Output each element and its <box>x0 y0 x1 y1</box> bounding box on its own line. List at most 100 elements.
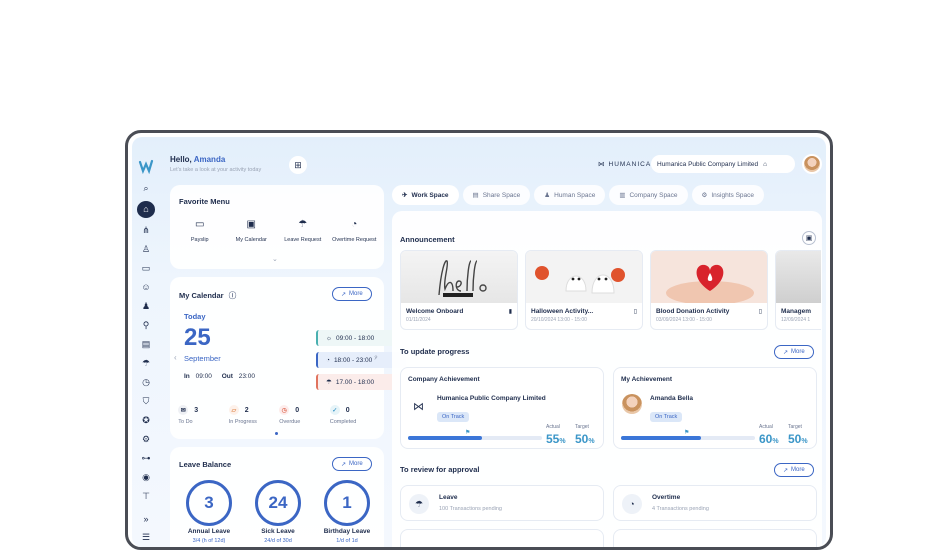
bookmark-icon[interactable]: ▯ <box>634 308 637 315</box>
approval-more-row <box>400 529 604 547</box>
people-icon: ♟ <box>544 192 551 199</box>
approval-leave[interactable]: ☂ Leave 100 Transactions pending <box>400 485 604 521</box>
announcement-view-icon[interactable]: ▣ <box>802 231 816 245</box>
announcement-date: 12/09/2024 1 <box>781 317 811 323</box>
actual-label: Actual <box>546 424 560 430</box>
overtime-icon: ◔ <box>326 356 330 364</box>
actual-label: Actual <box>759 424 773 430</box>
approval-more-button[interactable]: ↗ More <box>774 463 814 477</box>
stat-todo[interactable]: ✉ 3 To Do <box>178 405 224 425</box>
stat-count: 2 <box>244 406 249 414</box>
user-avatar[interactable] <box>802 154 822 174</box>
chevron-down-icon[interactable]: ⌄ <box>272 255 278 263</box>
settings-icon[interactable]: ⚙ <box>139 433 153 446</box>
org-icon[interactable]: ⋔ <box>139 224 153 237</box>
flag-icon: ⚑ <box>465 430 471 436</box>
greeting-subtitle: Let's take a look at your activity today <box>170 167 262 173</box>
tab-label: Insights Space <box>711 191 755 199</box>
company-selector[interactable]: Humanica Public Company Limited ⌂ <box>651 155 795 173</box>
birthday-leave-ring[interactable]: 1 <box>324 480 370 526</box>
stat-completed[interactable]: ✓ 0 Completed <box>329 405 376 425</box>
stat-overdue[interactable]: ◷ 0 Overdue <box>279 405 325 425</box>
tab-company-space[interactable]: ▥ Company Space <box>609 185 688 205</box>
info-icon[interactable]: ⓘ <box>229 291 237 300</box>
team-icon[interactable]: ♟ <box>139 300 153 313</box>
favorite-payslip[interactable]: ▭ Payslip <box>176 217 224 244</box>
approval-overtime[interactable]: ◔ Overtime 4 Transactions pending <box>613 485 817 521</box>
tab-share-space[interactable]: ▤ Share Space <box>462 185 531 205</box>
bookmark-icon[interactable]: ▮ <box>509 308 512 315</box>
approval-item-title: Leave <box>439 494 458 501</box>
badge-icon[interactable]: ✪ <box>139 414 153 427</box>
clock-icon[interactable]: ◷ <box>139 376 153 389</box>
greeting: Hello, Amanda Let's take a look at your … <box>170 155 261 173</box>
bookmark-icon[interactable]: ▯ <box>759 308 762 315</box>
annual-leave-ring[interactable]: 3 <box>186 480 232 526</box>
progress-bar <box>621 436 755 440</box>
inbox-icon[interactable]: ▭ <box>139 262 153 275</box>
announcement-card[interactable]: Blood Donation Activity 03/09/2024 13:00… <box>650 250 768 330</box>
tab-insights-space[interactable]: ⚙ Insights Space <box>691 185 765 205</box>
insights-icon: ⚙ <box>701 192 708 199</box>
user-icon[interactable]: ☺ <box>139 281 153 294</box>
greeting-text: Hello, <box>170 155 192 164</box>
announcement-card[interactable]: Managem 12/09/2024 1 <box>775 250 821 330</box>
people-icon[interactable]: ♙ <box>139 243 153 256</box>
sick-leave-ring[interactable]: 24 <box>255 480 301 526</box>
announcement-card[interactable]: Halloween Activity... 20/10/2024 13:00 -… <box>525 250 643 330</box>
prev-day-button[interactable]: ‹ <box>174 353 177 362</box>
search-icon[interactable]: ⌕ <box>139 182 153 195</box>
leave-balance-title: Leave Balance <box>179 460 232 469</box>
favorite-overtime-request[interactable]: ◔ Overtime Request <box>330 217 378 244</box>
approval-title: To review for approval <box>400 465 480 474</box>
my-achievement-card[interactable]: My Achievement Amanda Bella On Track ⚑ A… <box>613 367 817 449</box>
favorite-my-calendar[interactable]: ▣ My Calendar <box>227 217 275 244</box>
home-icon: ⌂ <box>763 160 768 168</box>
beach-icon[interactable]: ☂ <box>139 357 153 370</box>
beach-icon: ☂ <box>326 379 332 386</box>
analytics-icon[interactable]: ◉ <box>139 471 153 484</box>
stat-label: In Progress <box>228 419 257 425</box>
slot-time: 17.00 - 18:00 <box>335 378 375 386</box>
tasks-icon[interactable]: ⚲ <box>139 319 153 332</box>
actual-number: 60 <box>759 432 773 446</box>
shield-icon[interactable]: ⛉ <box>139 395 153 408</box>
workflow-icon[interactable]: ⊶ <box>139 452 153 465</box>
progress-prev-icon[interactable]: › <box>375 352 378 361</box>
target-number: 50 <box>575 432 589 446</box>
company-achievement-card[interactable]: Company Achievement ⋈ Humanica Public Co… <box>400 367 604 449</box>
beach-icon: ☂ <box>298 218 308 230</box>
leave-sub: 1/d of 1d <box>336 538 358 544</box>
tab-human-space[interactable]: ♟ Human Space <box>534 185 606 205</box>
training-icon[interactable]: ⊤ <box>139 490 153 503</box>
calendar-more-button[interactable]: ↗ More <box>332 287 372 301</box>
space-tabs: ✈ Work Space ▤ Share Space ♟ Human Space ▥ C… <box>392 185 765 205</box>
apps-grid-icon[interactable]: ⊞ <box>289 156 307 174</box>
announcement-image-blood <box>651 251 767 305</box>
bowtie-icon: ⋈ <box>598 161 606 168</box>
date-month: September <box>184 354 221 363</box>
leave-balance-card: Leave Balance ↗ More 3 Annual Leave 3/4 … <box>170 447 384 547</box>
stat-count: 0 <box>345 406 350 414</box>
status-wrap: On Track <box>437 405 470 423</box>
stat-in-progress[interactable]: ▱ 2 In Progress <box>228 405 275 425</box>
share-icon: ▤ <box>472 192 479 199</box>
favorite-leave-request[interactable]: ☂ Leave Request <box>279 217 327 244</box>
leave-more-button[interactable]: ↗ More <box>332 457 372 471</box>
announcement-card[interactable]: Welcome Onboard 01/11/2024 ▮ <box>400 250 518 330</box>
leave-sub: 24/d of 30d <box>264 538 292 544</box>
overtime-icon: ◔ <box>622 494 642 514</box>
progress-more-button[interactable]: ↗ More <box>774 345 814 359</box>
expand-icon[interactable]: » <box>139 512 153 525</box>
home-icon[interactable]: ⌂ <box>137 200 155 218</box>
todo-icon: ✉ <box>178 405 189 415</box>
device-frame: ⌕ ⌂ ⋔ ♙ ▭ ☺ ♟ ⚲ ▤ ☂ ◷ ⛉ ✪ ⚙ ⊶ ◉ ⊤ » ☰ He… <box>125 130 833 550</box>
flag-icon: ⚑ <box>684 430 690 436</box>
chart-icon[interactable]: ▤ <box>139 338 153 351</box>
in-time: 09:00 <box>195 373 212 380</box>
tab-label: Work Space <box>411 191 449 199</box>
my-calendar-title: My Calendar ⓘ <box>179 290 236 301</box>
tab-work-space[interactable]: ✈ Work Space <box>392 185 459 205</box>
slot-time: 09:00 - 18:00 <box>335 334 375 342</box>
overtime-icon: ◔ <box>351 218 358 230</box>
